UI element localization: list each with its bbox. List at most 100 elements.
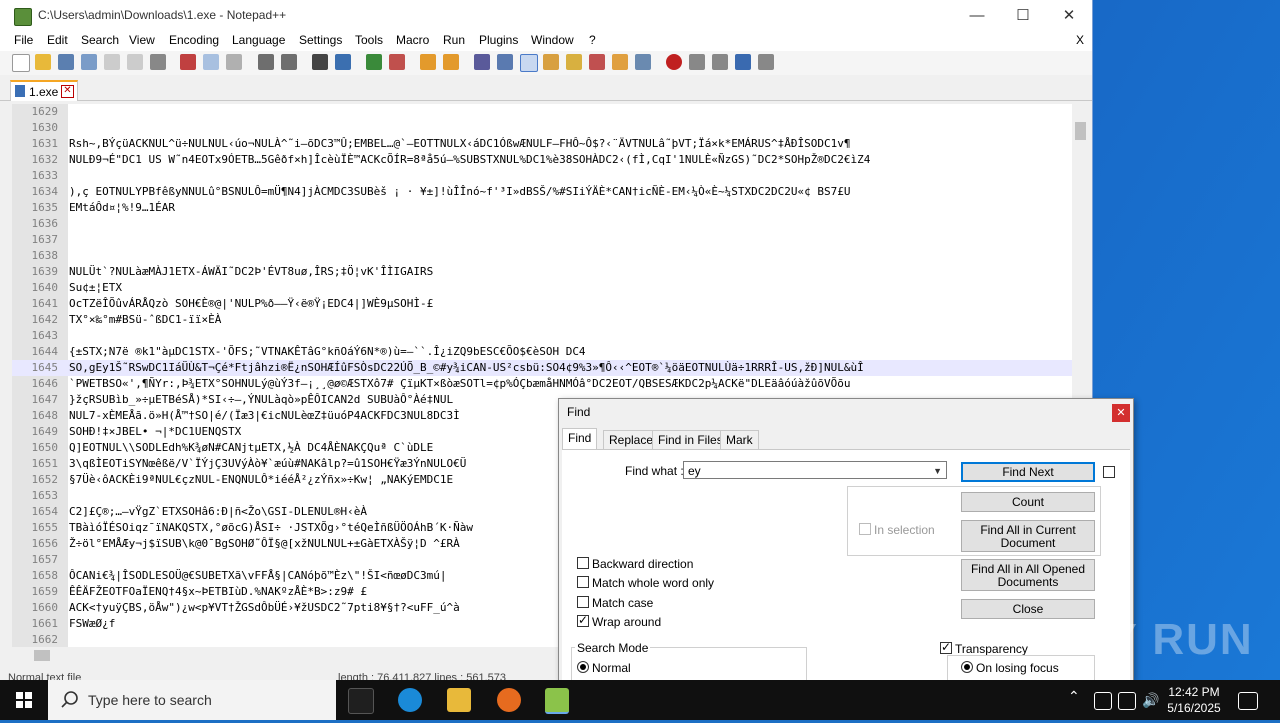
editor-line[interactable]: 1631 Rsh~,BÝçüACKNUL^ü÷NULNUL‹úo¬NULÀ^˜i—… (12, 136, 1072, 152)
close-window-button[interactable]: ✕ (1046, 0, 1092, 31)
tab-find-in-files[interactable]: Find in Files (652, 430, 729, 450)
hscroll-thumb[interactable] (34, 650, 50, 661)
wrap-around-checkbox[interactable] (577, 613, 589, 627)
menu-language[interactable]: Language (232, 33, 285, 47)
chevron-up-icon[interactable]: ⌃ (1068, 688, 1084, 712)
editor-line[interactable]: 1645 SO,gEy1Š˜RSwDC1IáÜÙ&T¬Çé*Ftjâhzi®Ë¿n… (12, 360, 1072, 376)
menu-edit[interactable]: Edit (47, 33, 68, 47)
user-language-icon[interactable] (543, 54, 559, 70)
menu-macro[interactable]: Macro (396, 33, 429, 47)
editor-line[interactable]: 1646 `PWETBSO«',¶ÑYr:,Þ¾ETX°SOHNULý@ùÝ3f—… (12, 376, 1072, 392)
print-icon[interactable] (150, 54, 166, 70)
save-macro-icon[interactable] (758, 54, 774, 70)
editor-line[interactable]: 1630 (12, 120, 1072, 136)
record-macro-icon[interactable] (666, 54, 682, 70)
menu-close-doc[interactable]: X (1076, 33, 1084, 47)
vscroll-thumb[interactable] (1075, 122, 1086, 140)
editor-line[interactable]: 1633 (12, 168, 1072, 184)
replace-icon[interactable] (335, 54, 351, 70)
tab-mark[interactable]: Mark (720, 430, 759, 450)
find-next-button[interactable]: Find Next (961, 462, 1095, 482)
save-icon[interactable] (58, 54, 74, 70)
find-all-opened-button[interactable]: Find All in All Opened Documents (961, 559, 1095, 591)
monitoring-icon[interactable] (635, 54, 651, 70)
network-icon[interactable] (1118, 692, 1136, 710)
find-dialog-close-button[interactable]: ✕ (1112, 404, 1130, 422)
editor-line[interactable]: 1638 (12, 248, 1072, 264)
menu-run[interactable]: Run (443, 33, 465, 47)
editor-line[interactable]: 1634),ç EOTNULYPBfêßyNNULû°BSNULÔ=mÜ¶N4]… (12, 184, 1072, 200)
editor-line[interactable]: 1641 OcTZëÎÕûvÁRÅQzò SOH€È®@|'NULP%ð——Ÿ‹ë… (12, 296, 1072, 312)
clock[interactable]: 12:42 PM 5/16/2025 (1158, 684, 1230, 716)
notepadpp-taskbar-icon[interactable] (545, 688, 569, 714)
editor-line[interactable]: 1642 TX°×‰°m#BSü-ˆßDC1-ïï×ÈÀ (12, 312, 1072, 328)
menu-search[interactable]: Search (81, 33, 119, 47)
run-macro-multiple-icon[interactable] (735, 54, 751, 70)
tab-replace[interactable]: Replace (603, 430, 660, 450)
cut-icon[interactable] (180, 54, 196, 70)
menu-plugins[interactable]: Plugins (479, 33, 518, 47)
dropdown-arrow-icon[interactable]: ▼ (933, 462, 942, 480)
menu-view[interactable]: View (129, 33, 155, 47)
menu-encoding[interactable]: Encoding (169, 33, 219, 47)
menu-help[interactable]: ? (589, 33, 596, 47)
edge-icon[interactable] (398, 688, 422, 712)
file-explorer-icon[interactable] (447, 688, 471, 712)
editor-line[interactable]: 1639 NULÜt`?NULàæMÀJ1ETX-ÁWÄI˜DC2Þ'ÉVT8uø… (12, 264, 1072, 280)
editor-line[interactable]: 1636 (12, 216, 1072, 232)
find-what-input[interactable]: ey ▼ (683, 461, 947, 479)
menu-window[interactable]: Window (531, 33, 574, 47)
on-losing-focus-radio[interactable] (961, 661, 973, 673)
function-list-icon[interactable] (589, 54, 605, 70)
undo-icon[interactable] (258, 54, 274, 70)
find-next-option-checkbox[interactable] (1103, 466, 1115, 478)
editor-line[interactable]: 1644 {±STX;N7ë ®k1"àµDC1STX-'ÕFS;˜VTNAKÊT… (12, 344, 1072, 360)
open-file-icon[interactable] (35, 54, 51, 70)
menu-tools[interactable]: Tools (355, 33, 383, 47)
play-macro-icon[interactable] (712, 54, 728, 70)
taskbar-search-box[interactable]: Type here to search (48, 680, 336, 720)
paste-icon[interactable] (226, 54, 242, 70)
close-all-icon[interactable] (127, 54, 143, 70)
zoom-in-icon[interactable] (366, 54, 382, 70)
editor-line[interactable]: 1637 (12, 232, 1072, 248)
firefox-icon[interactable] (497, 688, 521, 712)
editor-line[interactable]: 1629 (12, 104, 1072, 120)
volume-icon[interactable]: 🔊 (1142, 692, 1159, 708)
mode-normal-radio[interactable] (577, 661, 589, 673)
minimize-button[interactable]: — (954, 0, 1000, 31)
save-all-icon[interactable] (81, 54, 97, 70)
tab-1exe[interactable]: 1.exe ✕ (10, 80, 78, 101)
stop-macro-icon[interactable] (689, 54, 705, 70)
maximize-button[interactable]: ☐ (1000, 0, 1046, 31)
backward-direction-checkbox[interactable] (577, 557, 589, 569)
device-icon[interactable] (1094, 692, 1112, 710)
sync-vertical-icon[interactable] (420, 54, 436, 70)
editor-line[interactable]: 1632 NULÐ9¬É"DC1 US W˜n4EOTx9ÓETB…5Gêðf×h… (12, 152, 1072, 168)
editor-line[interactable]: 1643 (12, 328, 1072, 344)
editor-line[interactable]: 1635 EMtáÔd¤¦%!9…1ÉAR (12, 200, 1072, 216)
task-view-icon[interactable] (348, 688, 374, 714)
count-button[interactable]: Count (961, 492, 1095, 512)
match-case-checkbox[interactable] (577, 596, 589, 608)
folder-workspace-icon[interactable] (612, 54, 628, 70)
menu-file[interactable]: File (14, 33, 33, 47)
sync-horizontal-icon[interactable] (443, 54, 459, 70)
redo-icon[interactable] (281, 54, 297, 70)
notifications-icon[interactable] (1238, 692, 1258, 710)
word-wrap-icon[interactable] (474, 54, 490, 70)
indent-guide-icon[interactable] (520, 54, 538, 72)
copy-icon[interactable] (203, 54, 219, 70)
zoom-out-icon[interactable] (389, 54, 405, 70)
start-button[interactable] (0, 680, 48, 720)
match-whole-word-checkbox[interactable] (577, 576, 589, 588)
menu-settings[interactable]: Settings (299, 33, 342, 47)
close-file-icon[interactable] (104, 54, 120, 70)
doc-map-icon[interactable] (566, 54, 582, 70)
find-icon[interactable] (312, 54, 328, 70)
editor-line[interactable]: 1640 Su¢±¦ETX (12, 280, 1072, 296)
new-file-icon[interactable] (12, 54, 30, 72)
find-all-current-button[interactable]: Find All in Current Document (961, 520, 1095, 552)
tab-find[interactable]: Find (562, 428, 598, 450)
transparency-checkbox[interactable] (940, 640, 952, 654)
